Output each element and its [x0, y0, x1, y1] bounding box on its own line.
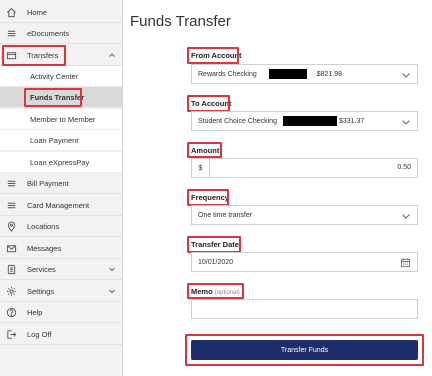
home-icon — [5, 6, 18, 19]
sidebar-item-locations[interactable]: Locations — [0, 216, 122, 237]
transfer-funds-button[interactable]: Transfer Funds — [191, 340, 418, 360]
envelope-icon — [5, 242, 18, 255]
transfer-date-input[interactable]: 10/01/2020 — [191, 252, 418, 272]
card-icon — [5, 49, 18, 62]
redacted-account-number — [283, 116, 337, 126]
sidebar-item-home[interactable]: Home — [0, 2, 122, 23]
chevron-down-icon[interactable] — [108, 287, 116, 295]
sidebar-item-bill-payment[interactable]: Bill Payment — [0, 173, 122, 194]
sidebar-item-label: Services — [27, 264, 56, 274]
sidebar-subitem-loan-expresspay[interactable]: Loan eXpressPay — [0, 152, 122, 173]
logout-icon — [5, 328, 18, 341]
sidebar-item-log-off[interactable]: Log Off — [0, 324, 122, 345]
currency-prefix: $ — [192, 159, 210, 177]
sidebar-subitem-funds-transfer[interactable]: Funds Transfer — [0, 87, 122, 108]
chevron-down-icon[interactable] — [108, 265, 116, 273]
menu-icon — [5, 199, 18, 212]
sidebar-item-card-management[interactable]: Card Management — [0, 195, 122, 216]
sidebar-item-label: Bill Payment — [27, 178, 69, 188]
frequency-select[interactable]: One time transfer — [191, 205, 418, 225]
help-icon — [5, 306, 18, 319]
from-account-balance: $821.98 — [316, 70, 343, 78]
services-icon — [5, 263, 18, 276]
sidebar-subitem-activity-center[interactable]: Activity Center — [0, 66, 122, 87]
sidebar-item-edocuments[interactable]: eDocuments — [0, 23, 122, 44]
sidebar-item-label: Card Management — [27, 200, 90, 210]
from-account-label: From Account — [191, 51, 242, 60]
memo-input[interactable] — [191, 299, 418, 319]
location-pin-icon — [5, 220, 18, 233]
chevron-down-icon — [401, 117, 411, 127]
chevron-up-icon[interactable] — [108, 51, 116, 59]
to-account-balance: $331.37 — [339, 117, 365, 125]
sidebar-subitem-member-to-member[interactable]: Member to Member — [0, 109, 122, 130]
menu-icon — [5, 27, 18, 40]
sidebar-item-label: Transfers — [27, 50, 59, 60]
amount-input[interactable]: $ 0.50 — [191, 158, 418, 178]
sidebar-item-label: Messages — [27, 243, 62, 253]
sidebar-item-messages[interactable]: Messages — [0, 238, 122, 259]
gear-icon — [5, 285, 18, 298]
sidebar-item-label: eDocuments — [27, 28, 70, 38]
sidebar-item-services[interactable]: Services — [0, 259, 122, 280]
chevron-down-icon — [401, 211, 411, 221]
sidebar-item-label: Settings — [27, 286, 55, 296]
sidebar-nav: Home eDocuments Transfers Activity Cente… — [0, 0, 123, 376]
memo-label: Memo (optional) — [191, 287, 240, 296]
sidebar-item-help[interactable]: Help — [0, 302, 122, 323]
memo-optional-hint: (optional) — [214, 290, 240, 296]
sidebar-item-transfers[interactable]: Transfers — [0, 45, 122, 66]
sidebar-item-label: Help — [27, 307, 43, 317]
menu-icon — [5, 177, 18, 190]
sidebar-subitem-loan-payment[interactable]: Loan Payment — [0, 130, 122, 151]
amount-label: Amount — [191, 146, 220, 155]
sidebar-item-label: Locations — [27, 221, 60, 231]
sidebar-item-label: Home — [27, 7, 48, 17]
chevron-down-icon — [401, 70, 411, 80]
calendar-icon[interactable] — [400, 257, 411, 268]
redacted-account-number — [268, 69, 307, 79]
frequency-label: Frequency — [191, 193, 229, 202]
page-title: Funds Transfer — [130, 13, 231, 30]
sidebar-item-label: Log Off — [27, 329, 52, 339]
amount-value: 0.50 — [397, 164, 411, 171]
to-account-select[interactable]: Student Choice Checking $331.37 — [191, 111, 418, 131]
to-account-label: To Account — [191, 99, 232, 108]
from-account-select[interactable]: Rewards Checking $821.98 — [191, 64, 418, 84]
transfer-date-label: Transfer Date — [191, 240, 239, 249]
sidebar-item-settings[interactable]: Settings — [0, 281, 122, 302]
